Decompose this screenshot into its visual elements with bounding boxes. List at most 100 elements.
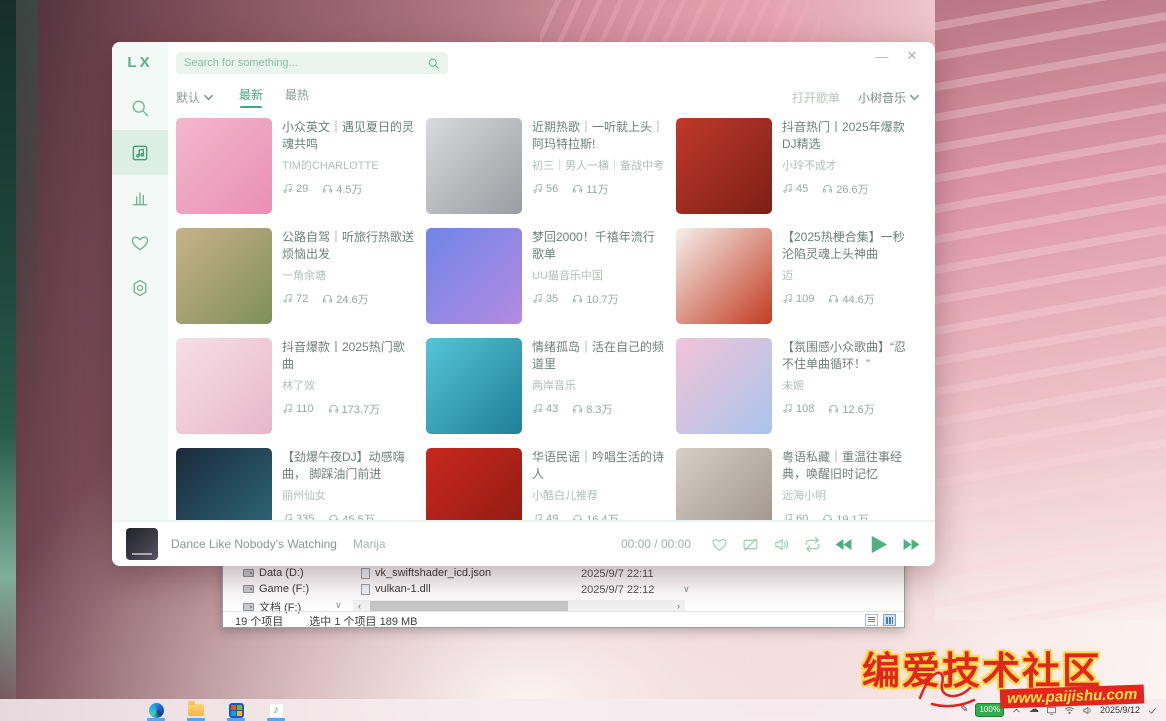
play-count-icon [822, 183, 833, 194]
tab-hottest[interactable]: 最热 [285, 86, 309, 108]
playlist-cover[interactable] [676, 118, 772, 214]
sort-dropdown[interactable]: 默认 [176, 89, 213, 106]
playlist-stats: 109 44.6万 [782, 291, 916, 307]
player-bar: Dance Like Nobody's Watching Marija 00:0… [112, 520, 935, 566]
taskbar-store-button[interactable] [226, 699, 246, 721]
sidebar-item-love[interactable] [112, 220, 168, 265]
love-button[interactable] [710, 535, 728, 553]
volume-tray-icon[interactable] [1082, 705, 1093, 716]
playlist-stats: 108 12.6万 [782, 401, 916, 417]
search-input[interactable] [184, 57, 427, 69]
heart-icon [130, 233, 150, 253]
tab-newest[interactable]: 最新 [239, 86, 263, 108]
sidebar-item-songlist[interactable] [112, 130, 168, 175]
play-count-icon [828, 403, 839, 414]
playlist-title[interactable]: 抖音热门丨2025年爆款DJ精选 [782, 119, 916, 153]
explorer-status-bar: 19 个项目 选中 1 个项目 189 MB [223, 611, 904, 629]
playlist-cover[interactable] [676, 228, 772, 324]
playlist-cover[interactable] [426, 118, 522, 214]
folder-icon [188, 704, 204, 716]
playlist-card[interactable]: 小众英文｜遇见夏日的灵魂共鸣 TIM的CHARLOTTE 29 4.5万 [176, 118, 420, 214]
playlist-title[interactable]: 粤语私藏｜重温往事经典，唤醒旧时记忆 [782, 449, 916, 483]
next-button[interactable] [902, 535, 921, 554]
playlist-stats: 56 11万 [532, 181, 666, 197]
play-button[interactable] [866, 533, 889, 556]
playlist-card[interactable]: 【氛围感小众歌曲】“忍不住单曲循环！” 未婉 108 12.6万 [676, 338, 920, 434]
scrollbar-thumb[interactable] [370, 601, 568, 611]
playlist-card[interactable]: 梦回2000！千禧年流行歌单 UU猫音乐中国 35 10.7万 [426, 228, 670, 324]
file-icon [361, 568, 370, 579]
track-count-icon [532, 183, 543, 194]
songlist-icon [130, 143, 150, 163]
search-bar[interactable] [176, 52, 448, 74]
play-count: 173.7万 [342, 401, 381, 417]
desktop-lyrics-button[interactable] [741, 535, 759, 553]
playlist-card[interactable]: 抖音爆款丨2025热门歌曲 林了效 110 173.7万 [176, 338, 420, 434]
now-playing-artist[interactable]: Marija [353, 537, 386, 551]
thumbnail-view-icon[interactable] [883, 614, 896, 626]
taskbar-edge-button[interactable] [146, 699, 166, 721]
play-count: 4.5万 [336, 181, 362, 197]
wallpaper-hair [935, 0, 1166, 620]
playlist-card[interactable]: 近期热歌｜一听就上头｜阿玛特拉斯! 初三｜男人一横｜备战中考 56 11万 [426, 118, 670, 214]
source-dropdown[interactable]: 小树音乐 [858, 89, 919, 106]
now-playing-title[interactable]: Dance Like Nobody's Watching [171, 537, 337, 551]
notification-icon[interactable] [1147, 705, 1158, 716]
file-row[interactable]: vk_swiftshader_icd.json [361, 567, 491, 579]
playlist-title[interactable]: 【氛围感小众歌曲】“忍不住单曲循环！” [782, 339, 916, 373]
playlist-title[interactable]: 公路自驾｜听旅行热歌送烦恼出发 [282, 229, 416, 263]
store-icon [229, 703, 244, 718]
track-count: 45 [796, 183, 808, 195]
playlist-card[interactable]: 情绪孤岛｜活在自己的频道里 两岸音乐 43 8.3万 [426, 338, 670, 434]
wallpaper-left-strip [0, 0, 16, 721]
playlist-title[interactable]: 小众英文｜遇见夏日的灵魂共鸣 [282, 119, 416, 153]
details-view-icon[interactable] [865, 614, 878, 626]
playlist-title[interactable]: 【劲爆午夜DJ】动感嗨曲， 脚踩油门前进 [282, 449, 416, 483]
wallpaper-streaks [540, 0, 820, 42]
close-button[interactable]: ✕ [899, 46, 925, 66]
playlist-title[interactable]: 抖音爆款丨2025热门歌曲 [282, 339, 416, 373]
playlist-stats: 35 10.7万 [532, 291, 666, 307]
playlist-cover[interactable] [676, 338, 772, 434]
previous-button[interactable] [834, 535, 853, 554]
minimize-button[interactable]: — [869, 46, 895, 66]
taskbar: ♪ ✎ 100% ☁ 2025/9/12 [0, 699, 1166, 721]
playlist-title[interactable]: 华语民谣｜吟唱生活的诗人 [532, 449, 666, 483]
drive-label: Data (D:) [259, 567, 304, 579]
playlist-cover[interactable] [176, 118, 272, 214]
now-playing-cover[interactable] [126, 528, 158, 560]
file-date: 2025/9/7 22:12 [581, 584, 654, 596]
volume-button[interactable] [772, 535, 790, 553]
track-count-icon [532, 293, 543, 304]
sidebar-item-leaderboard[interactable] [112, 175, 168, 220]
playback-time: 00:00 / 00:00 [621, 537, 691, 551]
playlist-card[interactable]: 【2025热梗合集】一秒沦陷灵魂上头神曲 迈 109 44.6万 [676, 228, 920, 324]
file-row[interactable]: vulkan-1.dll [361, 583, 431, 595]
play-count-icon [828, 293, 839, 304]
drive-item[interactable]: Data (D:) [243, 567, 304, 579]
playlist-cover[interactable] [176, 338, 272, 434]
open-playlist-button[interactable]: 打开歌单 [792, 89, 840, 106]
nav-scroll-down-icon[interactable]: ∨ [335, 601, 342, 610]
playlist-card[interactable]: 抖音热门丨2025年爆款DJ精选 小玲不成才 45 26.6万 [676, 118, 920, 214]
taskbar-explorer-button[interactable] [186, 699, 206, 721]
list-scroll-down-icon[interactable]: ∨ [683, 585, 690, 594]
track-count: 72 [296, 293, 308, 305]
playlist-title[interactable]: 梦回2000！千禧年流行歌单 [532, 229, 666, 263]
sidebar-item-search[interactable] [112, 85, 168, 130]
taskbar-music-button[interactable]: ♪ [266, 699, 286, 721]
playlist-cover[interactable] [426, 338, 522, 434]
play-mode-button[interactable] [803, 535, 821, 553]
playlist-title[interactable]: 情绪孤岛｜活在自己的频道里 [532, 339, 666, 373]
track-count-icon [782, 403, 793, 414]
search-icon [130, 98, 150, 118]
drive-icon [243, 569, 254, 577]
playlist-cover[interactable] [176, 228, 272, 324]
playlist-card[interactable]: 公路自驾｜听旅行热歌送烦恼出发 一角余塘 72 24.6万 [176, 228, 420, 324]
sidebar-item-settings[interactable] [112, 265, 168, 310]
drive-item[interactable]: Game (F:) [243, 583, 309, 595]
playlist-title[interactable]: 【2025热梗合集】一秒沦陷灵魂上头神曲 [782, 229, 916, 263]
taskbar-clock[interactable]: 2025/9/12 [1100, 705, 1140, 715]
playlist-cover[interactable] [426, 228, 522, 324]
playlist-title[interactable]: 近期热歌｜一听就上头｜阿玛特拉斯! [532, 119, 666, 153]
